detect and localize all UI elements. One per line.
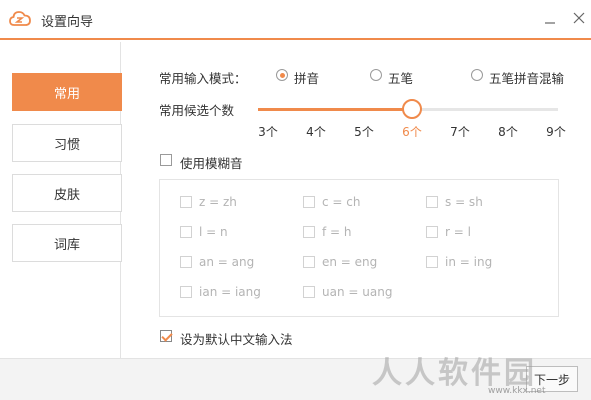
slider-tick[interactable]: 9个 xyxy=(546,123,566,140)
input-mode-label: 常用输入模式： xyxy=(159,71,247,86)
watermark-url: www.kkx.net xyxy=(488,386,546,396)
default-ime-checkbox[interactable] xyxy=(160,330,172,342)
sidebar-item-common[interactable]: 常用 xyxy=(12,73,122,111)
fuzzy-option-checkbox[interactable] xyxy=(180,226,192,238)
sidebar-item-skin[interactable]: 皮肤 xyxy=(12,174,122,212)
fuzzy-option-checkbox[interactable] xyxy=(180,286,192,298)
default-ime-label[interactable]: 设为默认中文输入法 xyxy=(180,329,293,348)
fuzzy-option-label[interactable]: s = sh xyxy=(445,195,483,209)
fuzzy-option-label[interactable]: ian = iang xyxy=(199,285,261,299)
radio-wubi-label[interactable]: 五笔 xyxy=(388,68,413,87)
radio-pinyin-label[interactable]: 拼音 xyxy=(294,68,319,87)
title-bar: 设置向导 xyxy=(0,0,591,40)
slider-tick[interactable]: 7个 xyxy=(450,123,470,140)
fuzzy-option-checkbox[interactable] xyxy=(303,226,315,238)
fuzzy-option-checkbox[interactable] xyxy=(180,256,192,268)
fuzzy-option-label[interactable]: z = zh xyxy=(199,195,237,209)
fuzzy-option-label[interactable]: en = eng xyxy=(322,255,377,269)
fuzzy-checkbox[interactable] xyxy=(160,154,172,166)
fuzzy-option-label[interactable]: f = h xyxy=(322,225,352,239)
fuzzy-option-checkbox[interactable] xyxy=(426,256,438,268)
slider-tick[interactable]: 6个 xyxy=(402,123,422,140)
close-icon[interactable] xyxy=(569,8,589,28)
candidates-label: 常用候选个数 xyxy=(159,103,235,118)
sidebar-item-dictionary[interactable]: 词库 xyxy=(12,224,122,262)
fuzzy-option-label[interactable]: in = ing xyxy=(445,255,492,269)
slider-thumb[interactable] xyxy=(402,99,422,119)
cloud-logo-icon xyxy=(9,11,31,26)
fuzzy-label[interactable]: 使用模糊音 xyxy=(180,153,243,172)
fuzzy-option-checkbox[interactable] xyxy=(180,196,192,208)
sidebar-item-label: 习惯 xyxy=(53,137,80,153)
slider-tick[interactable]: 4个 xyxy=(306,123,326,140)
slider-tick[interactable]: 8个 xyxy=(498,123,518,140)
sidebar: 常用 习惯 皮肤 词库 xyxy=(0,42,122,358)
sidebar-item-label: 常用 xyxy=(53,86,80,102)
fuzzy-option-label[interactable]: an = ang xyxy=(199,255,254,269)
slider-fill xyxy=(258,108,412,111)
fuzzy-option-checkbox[interactable] xyxy=(426,226,438,238)
fuzzy-option-checkbox[interactable] xyxy=(426,196,438,208)
sidebar-item-label: 词库 xyxy=(53,237,80,253)
slider-tick[interactable]: 5个 xyxy=(354,123,374,140)
fuzzy-option-label[interactable]: l = n xyxy=(199,225,228,239)
radio-wubi[interactable] xyxy=(370,69,382,81)
fuzzy-option-label[interactable]: r = l xyxy=(445,225,471,239)
window-title: 设置向导 xyxy=(41,15,94,30)
next-step-label: 下一步 xyxy=(533,372,570,387)
candidates-slider[interactable] xyxy=(258,99,558,119)
fuzzy-option-label[interactable]: c = ch xyxy=(322,195,360,209)
fuzzy-option-checkbox[interactable] xyxy=(303,256,315,268)
fuzzy-option-label[interactable]: uan = uang xyxy=(322,285,392,299)
sidebar-item-label: 皮肤 xyxy=(53,187,80,203)
radio-mixed-label[interactable]: 五笔拼音混输 xyxy=(489,68,564,87)
fuzzy-option-checkbox[interactable] xyxy=(303,286,315,298)
slider-tick[interactable]: 3个 xyxy=(258,123,278,140)
minimize-icon[interactable] xyxy=(540,8,560,28)
radio-mixed[interactable] xyxy=(471,69,483,81)
radio-pinyin[interactable] xyxy=(276,69,288,81)
sidebar-item-habits[interactable]: 习惯 xyxy=(12,124,122,162)
fuzzy-option-checkbox[interactable] xyxy=(303,196,315,208)
